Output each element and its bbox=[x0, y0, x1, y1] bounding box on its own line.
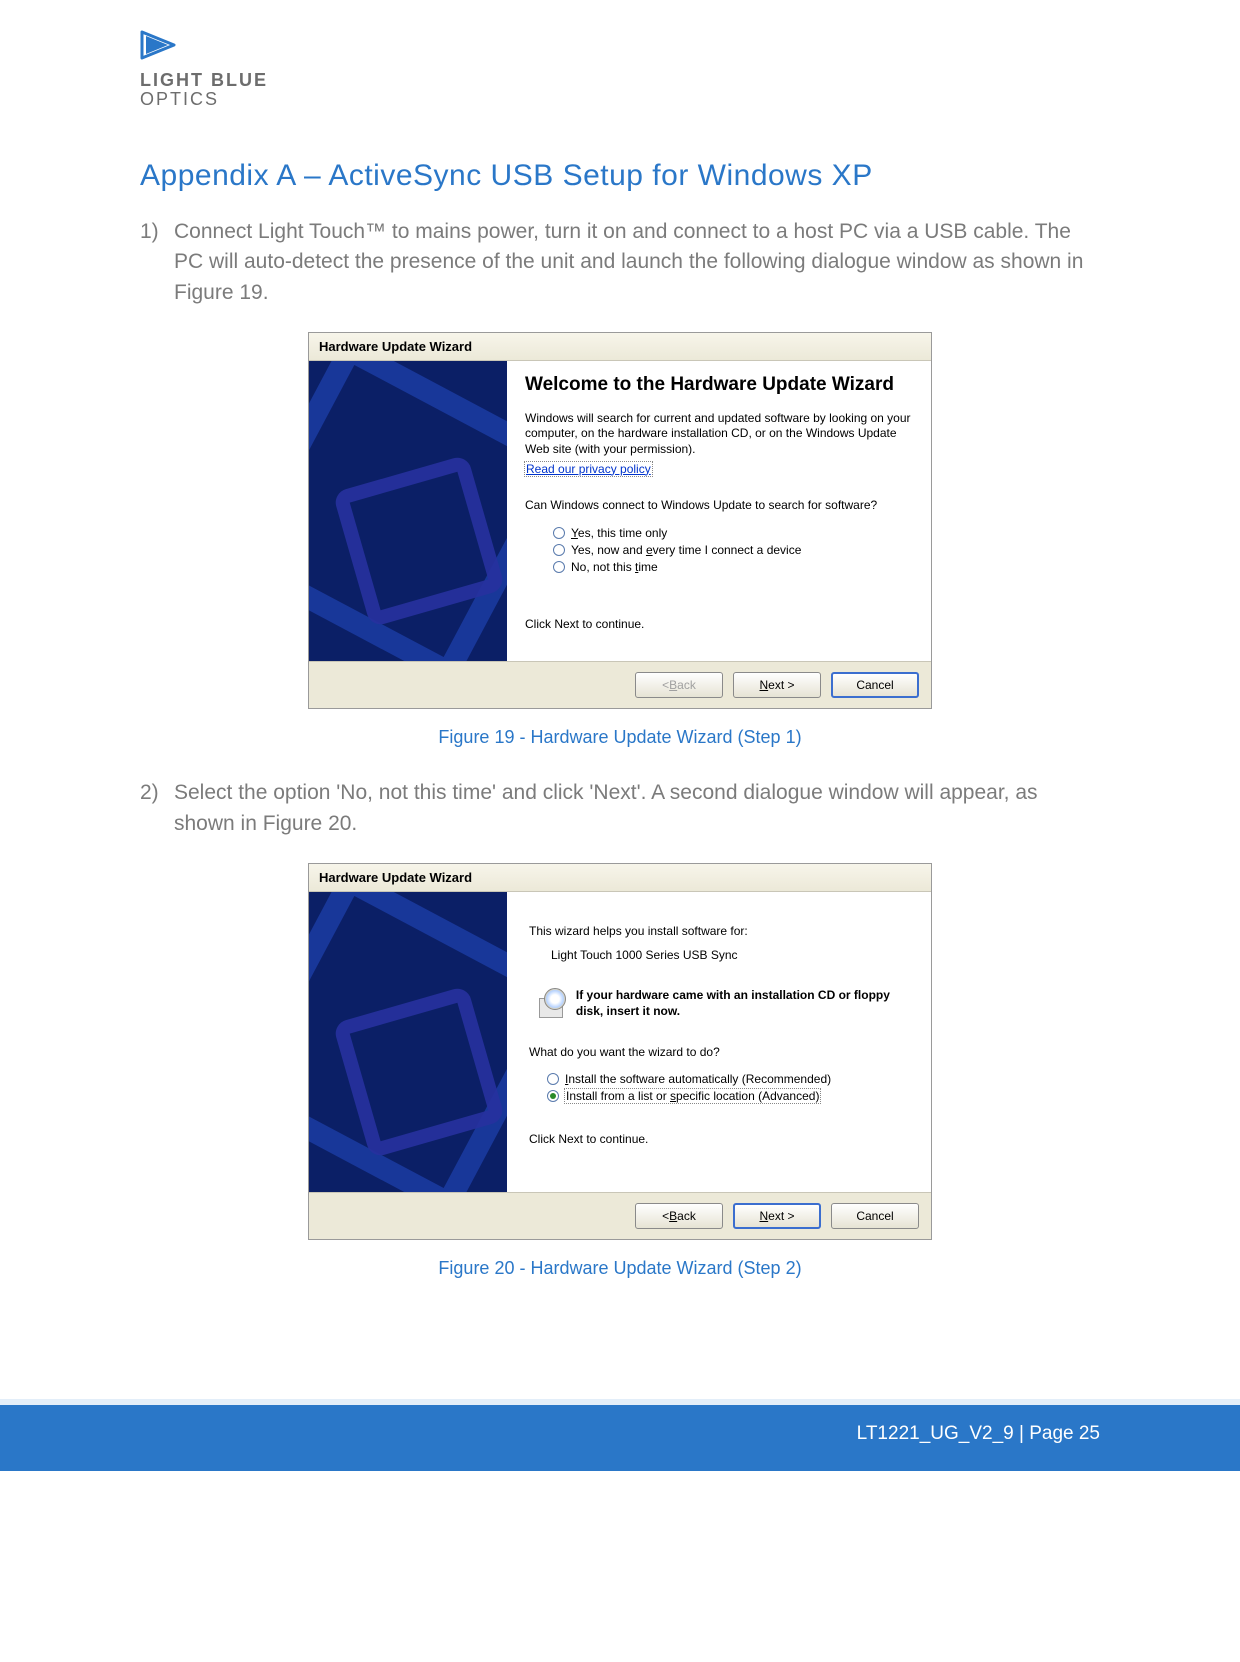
dialog1-heading: Welcome to the Hardware Update Wizard bbox=[525, 373, 913, 397]
hardware-wizard-dialog-1: Hardware Update Wizard Welcome to the Ha… bbox=[308, 332, 932, 709]
radio-icon bbox=[547, 1090, 559, 1102]
dialog1-intro: Windows will search for current and upda… bbox=[525, 411, 913, 458]
page-title: Appendix A – ActiveSync USB Setup for Wi… bbox=[140, 159, 1100, 193]
dialog2-side-graphic bbox=[309, 892, 507, 1192]
radio-install-auto[interactable]: Install the software automatically (Reco… bbox=[547, 1072, 909, 1086]
radio-icon bbox=[553, 544, 565, 556]
radio-icon bbox=[547, 1073, 559, 1085]
radio-icon bbox=[553, 561, 565, 573]
figure-20-caption: Figure 20 - Hardware Update Wizard (Step… bbox=[140, 1258, 1100, 1279]
dialog2-question: What do you want the wizard to do? bbox=[529, 1045, 909, 1059]
footer-text: LT1221_UG_V2_9 | Page 25 bbox=[857, 1423, 1100, 1445]
dialog2-line1: This wizard helps you install software f… bbox=[529, 924, 909, 938]
next-button[interactable]: Next > bbox=[733, 1203, 821, 1229]
radio-yes-once[interactable]: Yes, this time only bbox=[553, 526, 913, 540]
dialog1-titlebar: Hardware Update Wizard bbox=[309, 333, 931, 361]
cancel-button[interactable]: Cancel bbox=[831, 1203, 919, 1229]
dialog2-continue: Click Next to continue. bbox=[529, 1132, 909, 1146]
figure-19-caption: Figure 19 - Hardware Update Wizard (Step… bbox=[140, 727, 1100, 748]
page-footer: LT1221_UG_V2_9 | Page 25 bbox=[0, 1399, 1240, 1471]
back-button[interactable]: < Back bbox=[635, 1203, 723, 1229]
radio-install-advanced[interactable]: Install from a list or specific location… bbox=[547, 1089, 909, 1103]
cancel-button[interactable]: Cancel bbox=[831, 672, 919, 698]
brand-line2: OPTICS bbox=[140, 90, 1100, 109]
radio-icon bbox=[553, 527, 565, 539]
dialog1-question: Can Windows connect to Windows Update to… bbox=[525, 498, 913, 514]
brand-logo: LIGHT BLUE OPTICS bbox=[140, 30, 1100, 109]
radio-yes-always[interactable]: Yes, now and every time I connect a devi… bbox=[553, 543, 913, 557]
privacy-policy-link[interactable]: Read our privacy policy bbox=[525, 462, 652, 476]
step-1-text: Connect Light Touch™ to mains power, tur… bbox=[174, 220, 1083, 304]
dialog2-cd-text: If your hardware came with an installati… bbox=[576, 988, 909, 1019]
triangle-icon bbox=[140, 30, 180, 60]
radio-no[interactable]: No, not this time bbox=[553, 560, 913, 574]
next-button[interactable]: Next > bbox=[733, 672, 821, 698]
dialog2-titlebar: Hardware Update Wizard bbox=[309, 864, 931, 892]
hardware-wizard-dialog-2: Hardware Update Wizard This wizard helps… bbox=[308, 863, 932, 1240]
dialog1-side-graphic bbox=[309, 361, 507, 661]
back-button[interactable]: < Back bbox=[635, 672, 723, 698]
step-1-number: 1) bbox=[140, 217, 159, 247]
step-2-text: Select the option 'No, not this time' an… bbox=[174, 781, 1038, 834]
dialog1-continue: Click Next to continue. bbox=[525, 617, 913, 633]
step-2: 2) Select the option 'No, not this time'… bbox=[140, 778, 1100, 839]
cd-icon bbox=[539, 988, 566, 1018]
step-1: 1) Connect Light Touch™ to mains power, … bbox=[140, 217, 1100, 308]
step-2-number: 2) bbox=[140, 778, 159, 808]
brand-line1: LIGHT BLUE bbox=[140, 71, 1100, 90]
dialog2-device: Light Touch 1000 Series USB Sync bbox=[551, 948, 909, 962]
